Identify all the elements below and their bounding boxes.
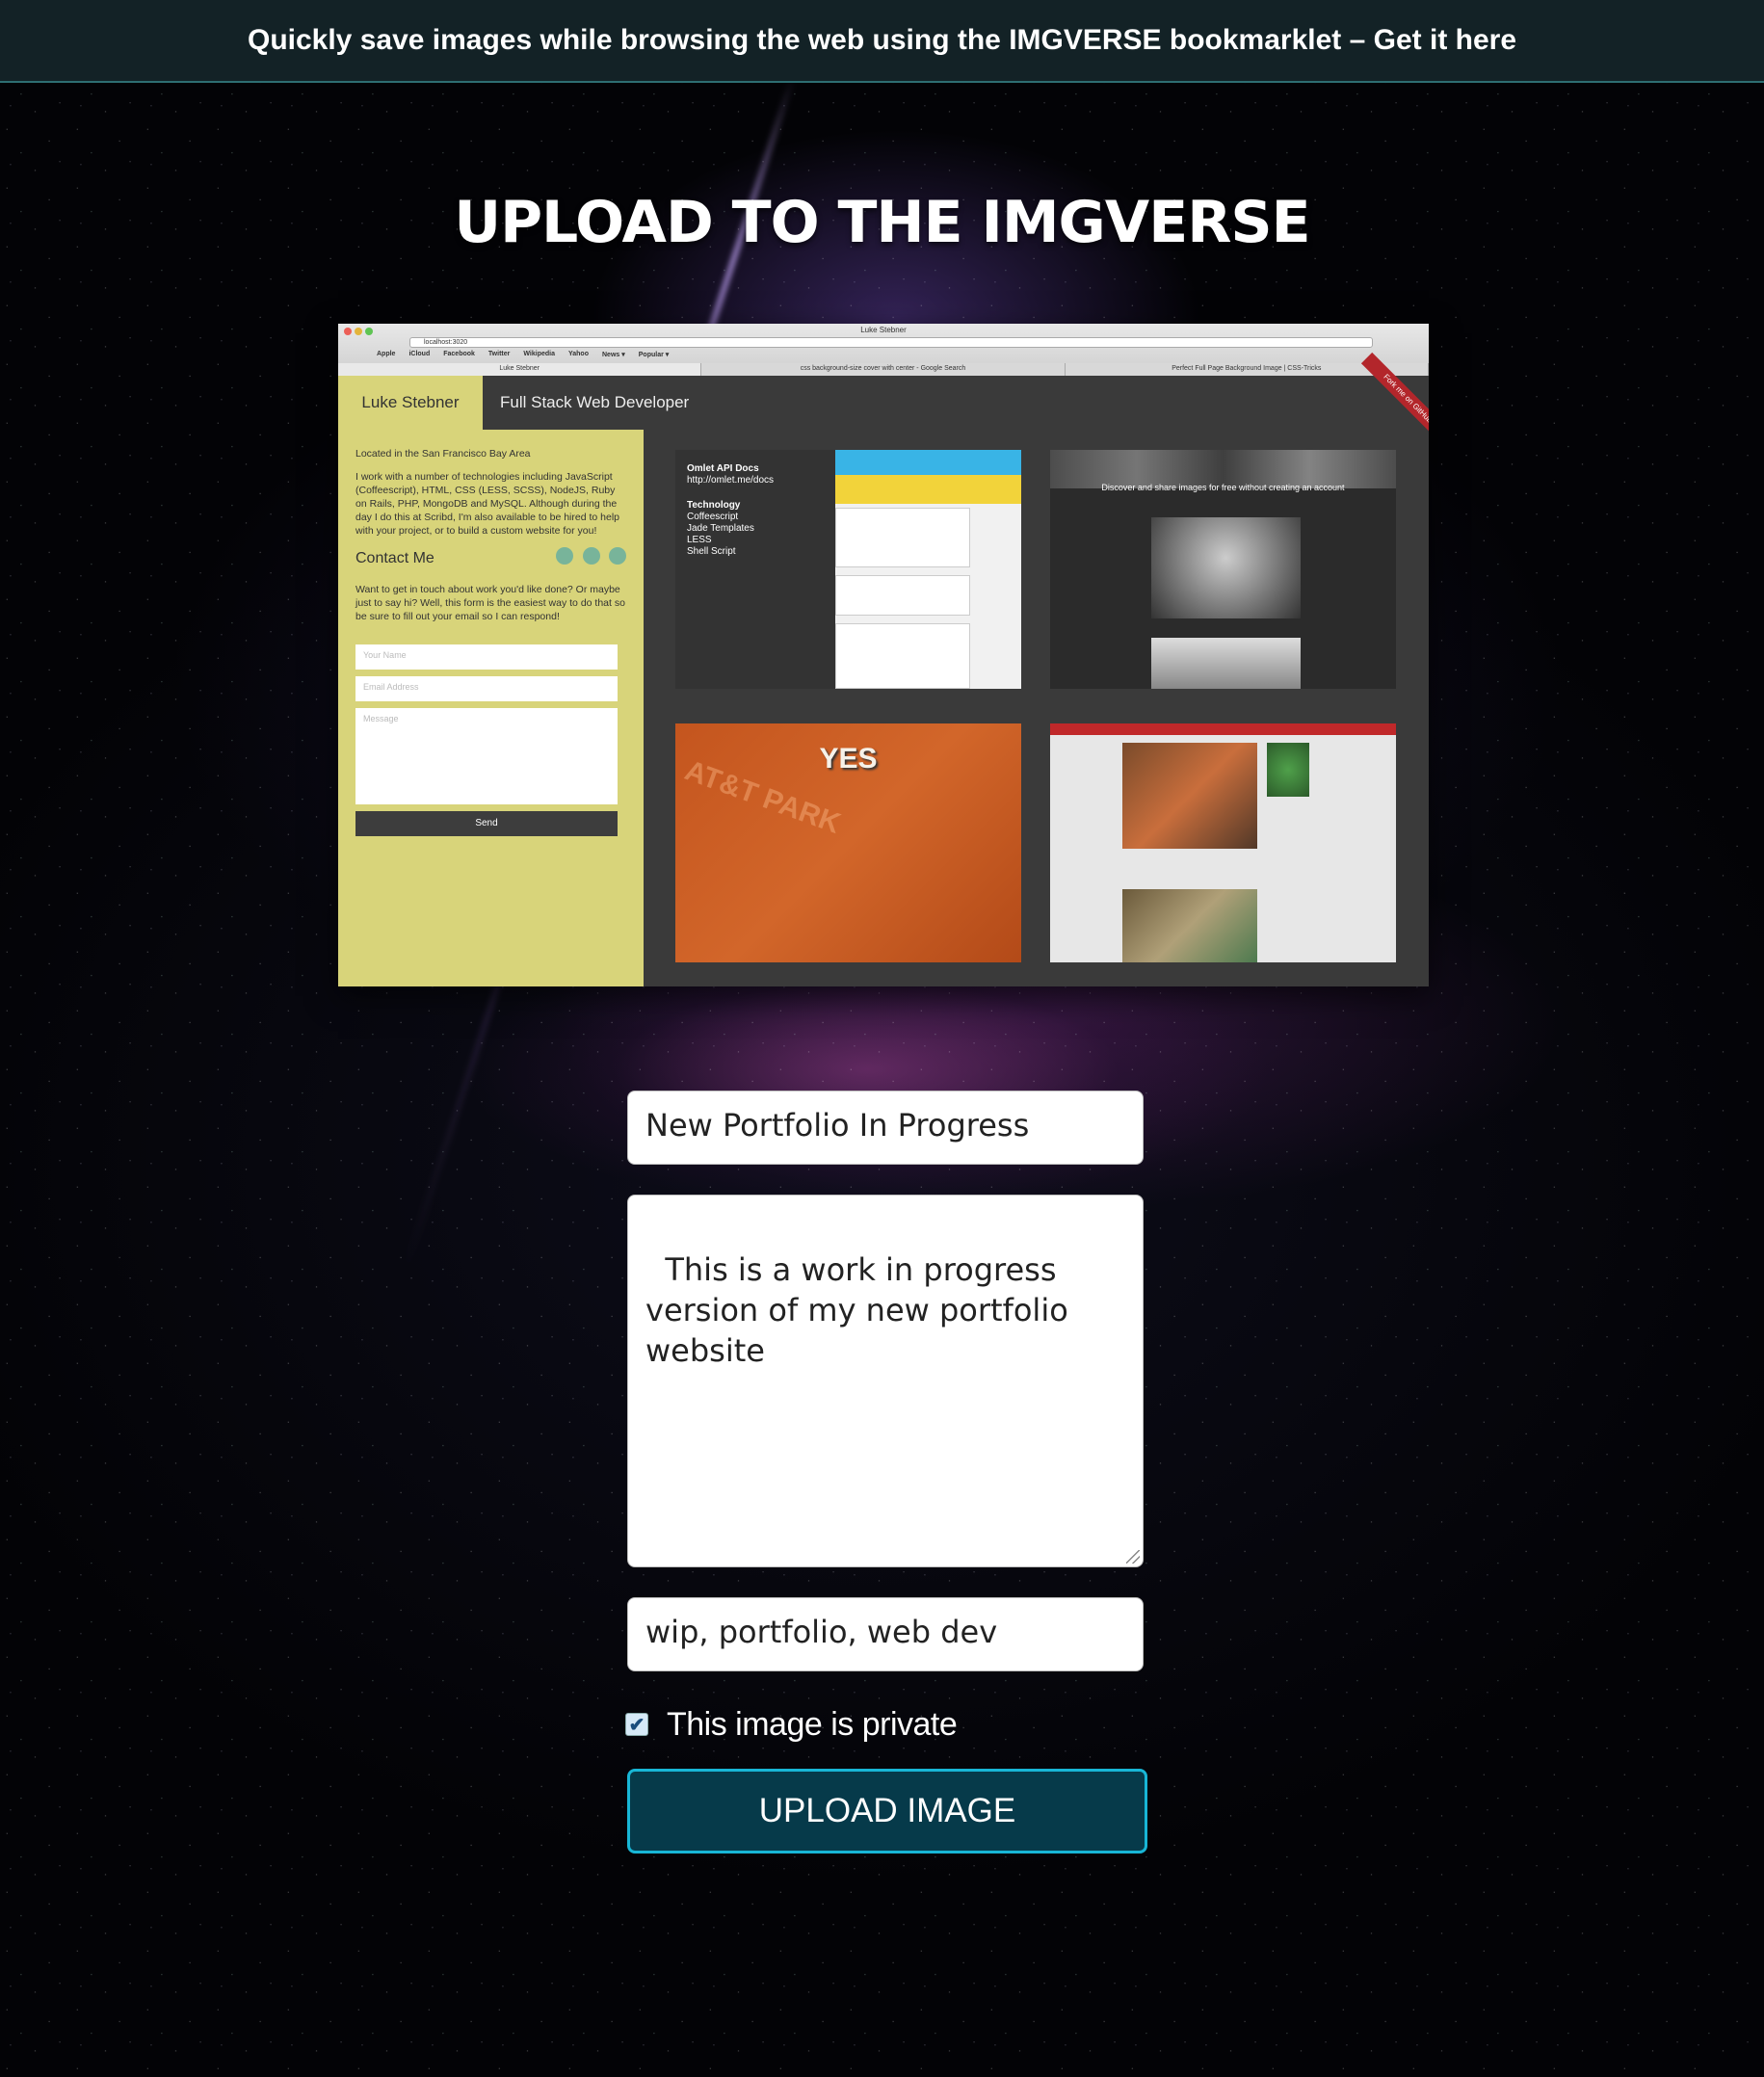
browser-tab: css background-size cover with center - … xyxy=(701,363,1066,376)
tags-input[interactable]: wip, portfolio, web dev xyxy=(627,1597,1144,1671)
brick-header xyxy=(1050,723,1396,735)
omlet-list-item: Technology xyxy=(687,500,741,511)
omlet-url: http://omlet.me/docs xyxy=(687,475,775,486)
description-textarea[interactable]: This is a work in progress version of my… xyxy=(627,1195,1144,1567)
page-title: UPLOAD TO THE IMGVERSE xyxy=(454,189,1310,256)
omlet-list-item: Coffeescript xyxy=(687,512,739,522)
lego-train-image xyxy=(1122,743,1257,849)
bookmark: Apple xyxy=(377,351,396,357)
name-field-preview: Your Name xyxy=(355,644,618,670)
bookmark: Facebook xyxy=(443,351,475,357)
description-text: This is a work in progress version of my… xyxy=(645,1251,1068,1369)
message-field-preview: Message xyxy=(355,708,618,804)
omlet-list-item: LESS xyxy=(687,535,712,545)
project-thumb-omlet: Omlet API Docs http://omlet.me/docs Tech… xyxy=(675,450,1021,689)
send-button-preview: Send xyxy=(355,811,618,836)
browser-url: localhost:3020 xyxy=(409,337,1373,348)
bio-text: I work with a number of technologies inc… xyxy=(355,471,619,537)
bookmark: Twitter xyxy=(487,351,511,357)
omlet-list-item: Shell Script xyxy=(687,546,736,557)
bookmark: iCloud xyxy=(408,351,431,357)
browser-title: Luke Stebner xyxy=(860,326,907,334)
project-thumb-yes: AT&T PARK YES xyxy=(675,723,1021,962)
email-icon xyxy=(609,547,626,565)
upload-image-button[interactable]: UPLOAD IMAGE xyxy=(627,1769,1147,1854)
bookmark: Popular ▾ xyxy=(638,352,670,358)
bookmark: News ▾ xyxy=(602,352,625,358)
twitter-icon xyxy=(582,547,600,565)
image-preview: Luke Stebner localhost:3020 Apple iCloud… xyxy=(338,324,1429,986)
star-field xyxy=(0,0,1764,2077)
imgverse-caption: Discover and share images for free witho… xyxy=(1101,483,1345,492)
browser-titlebar: Luke Stebner localhost:3020 Apple iCloud… xyxy=(338,324,1429,376)
omlet-card xyxy=(835,575,970,616)
omlet-header xyxy=(835,475,1021,504)
omlet-card xyxy=(835,508,970,567)
omlet-list-item: Jade Templates xyxy=(687,523,754,534)
contact-heading-row: Contact Me xyxy=(355,547,626,569)
lego-building-image xyxy=(1122,889,1257,962)
private-checkbox[interactable]: ✔ xyxy=(625,1713,648,1736)
private-toggle[interactable]: ✔ This image is private xyxy=(625,1705,958,1744)
omlet-card xyxy=(835,623,970,689)
contact-text: Want to get in touch about work you'd li… xyxy=(355,584,625,622)
browser-tabs: Luke Stebner css background-size cover w… xyxy=(338,363,1429,376)
omlet-title: Omlet API Docs xyxy=(687,463,759,474)
project-thumb-imgverse: Discover and share images for free witho… xyxy=(1050,450,1396,689)
linkedin-icon xyxy=(556,547,574,565)
resize-handle-icon[interactable] xyxy=(1126,1550,1140,1564)
project-thumb-brick xyxy=(1050,723,1396,962)
bookmarklet-banner[interactable]: Quickly save images while browsing the w… xyxy=(0,0,1764,83)
browser-tab: Luke Stebner xyxy=(338,363,702,376)
title-input[interactable]: New Portfolio In Progress xyxy=(627,1091,1144,1165)
email-field-preview: Email Address xyxy=(355,676,618,701)
contact-heading: Contact Me xyxy=(355,549,434,566)
yes-title: YES xyxy=(819,743,878,775)
bookmarks-bar: Apple iCloud Facebook Twitter Wikipedia … xyxy=(377,351,669,358)
bookmark: Yahoo xyxy=(567,351,589,357)
omlet-sidebar: Omlet API Docs http://omlet.me/docs Tech… xyxy=(675,450,835,689)
site-name-tab: Luke Stebner xyxy=(338,376,483,430)
omlet-topbar xyxy=(835,450,1021,475)
private-label[interactable]: This image is private xyxy=(667,1706,958,1744)
location-text: Located in the San Francisco Bay Area xyxy=(355,448,531,460)
site-role-tab: Full Stack Web Developer xyxy=(500,393,690,411)
bookmark: Wikipedia xyxy=(523,351,555,357)
contact-panel: Located in the San Francisco Bay Area I … xyxy=(338,430,644,986)
banner-text[interactable]: Quickly save images while browsing the w… xyxy=(248,24,1516,57)
ceiling-fan-image xyxy=(1151,638,1301,689)
lego-turtle-image xyxy=(1267,743,1309,797)
batman-image xyxy=(1151,517,1301,618)
